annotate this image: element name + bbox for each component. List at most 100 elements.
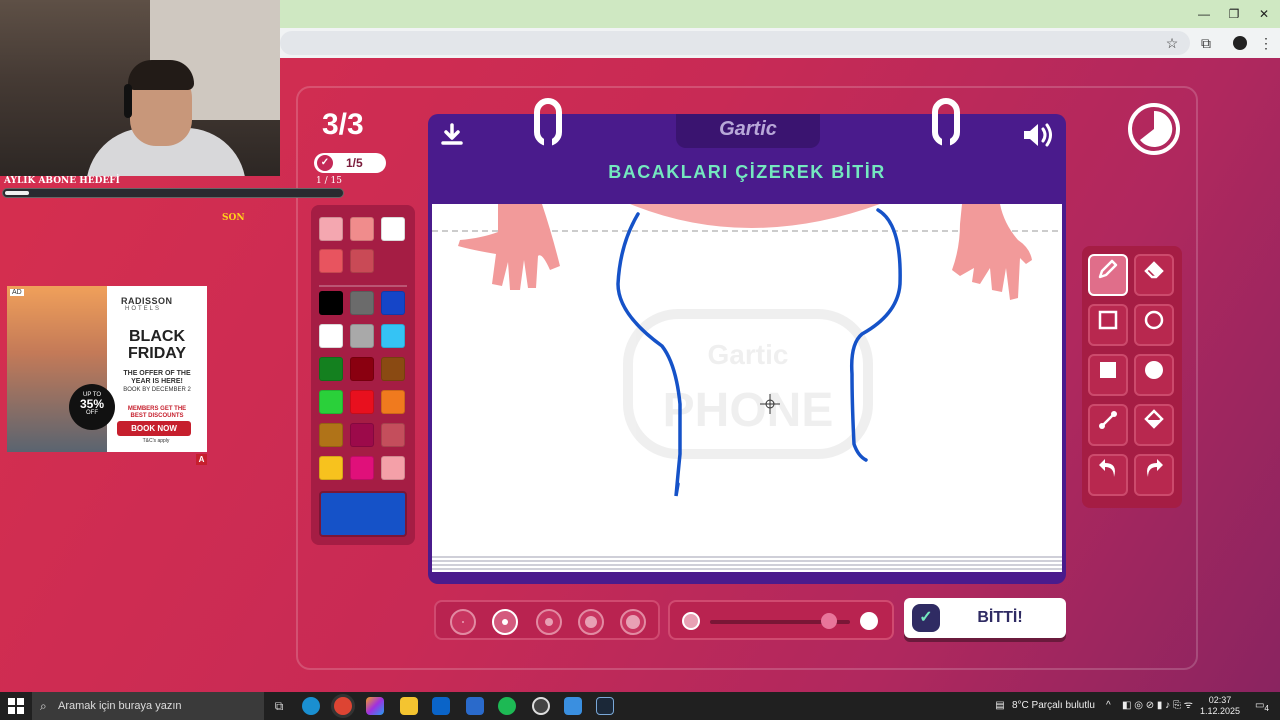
taskbar-search[interactable]: ⌕ Aramak için buraya yazın: [32, 692, 264, 720]
color-swatch[interactable]: [381, 390, 405, 414]
ad-book-now-button[interactable]: BOOK NOW: [117, 421, 191, 436]
color-swatch[interactable]: [381, 357, 405, 381]
color-swatch[interactable]: [319, 456, 343, 480]
circle-filled-tool-icon[interactable]: [1134, 354, 1174, 396]
headset-icon: [124, 84, 132, 118]
drawing-canvas[interactable]: Gartic PHONE: [432, 204, 1062, 554]
color-swatch[interactable]: [319, 291, 343, 315]
store-icon[interactable]: [466, 697, 484, 715]
color-swatch[interactable]: [350, 324, 374, 348]
brush-size-picker: [434, 600, 660, 640]
widgets-icon[interactable]: ▤: [992, 692, 1008, 720]
color-swatch[interactable]: [350, 390, 374, 414]
outlook-icon[interactable]: [432, 697, 450, 715]
edge-icon[interactable]: [302, 697, 320, 715]
fill-bucket-tool-icon[interactable]: [1134, 404, 1174, 446]
check-icon: ✓: [317, 155, 333, 171]
color-swatch[interactable]: [350, 249, 374, 273]
weather-text[interactable]: 8°C Parçalı bulutlu: [1012, 692, 1095, 720]
tray-chevron-icon[interactable]: ^: [1106, 692, 1111, 720]
screen: — ❐ ✕ ☆ ⧉ ⋮ AYLIK ABONE HEDEFİ 1 / 15 SO…: [0, 0, 1280, 720]
advertisement[interactable]: AD RADISSON HOTELS BLACK FRIDAY THE OFFE…: [7, 286, 207, 452]
steam-icon[interactable]: [596, 697, 614, 715]
opacity-high-icon: [860, 612, 878, 630]
redo-icon[interactable]: [1134, 454, 1174, 496]
obs-icon[interactable]: [532, 697, 550, 715]
line-tool-icon[interactable]: [1088, 404, 1128, 446]
sub-round-value: 1/5: [346, 156, 363, 170]
copilot-icon[interactable]: [366, 697, 384, 715]
restore-button[interactable]: ❐: [1224, 6, 1244, 22]
windows-start-icon[interactable]: [8, 698, 24, 714]
color-swatch[interactable]: [319, 249, 343, 273]
rectangle-filled-tool-icon[interactable]: [1088, 354, 1128, 396]
rectangle-outline-tool-icon[interactable]: [1088, 304, 1128, 346]
minimize-button[interactable]: —: [1194, 6, 1214, 22]
brush-size-xl[interactable]: [620, 609, 646, 635]
color-swatch[interactable]: [350, 291, 374, 315]
browser-menu-icon[interactable]: ⋮: [1256, 33, 1276, 53]
ad-corner-badge[interactable]: A: [196, 454, 207, 465]
watermark-bottom: PHONE: [663, 384, 834, 437]
color-swatch[interactable]: [319, 217, 343, 241]
ad-members-line2: BEST DISCOUNTS: [130, 413, 184, 419]
round-counter: 3/3: [322, 108, 364, 141]
notification-count: 4: [1264, 703, 1270, 713]
color-swatch[interactable]: [319, 423, 343, 447]
clock[interactable]: 02:37 1.12.2025: [1198, 695, 1242, 717]
close-button[interactable]: ✕: [1254, 6, 1274, 22]
color-swatch[interactable]: [350, 423, 374, 447]
prompt-text: BACAKLARI ÇİZEREK BİTİR: [608, 162, 886, 182]
ad-terms: T&C's apply: [142, 438, 170, 444]
color-swatch[interactable]: [381, 217, 405, 241]
ad-badge-value: 35%: [79, 397, 105, 411]
address-bar[interactable]: [280, 31, 1190, 55]
ad-brand: RADISSON: [121, 296, 173, 306]
task-view-icon[interactable]: ⧉: [270, 697, 288, 715]
notebook-ring-left: [534, 98, 562, 146]
opacity-low-icon: [682, 612, 700, 630]
circle-outline-tool-icon[interactable]: [1134, 304, 1174, 346]
color-swatch[interactable]: [381, 423, 405, 447]
color-swatch[interactable]: [350, 217, 374, 241]
color-swatch[interactable]: [381, 291, 405, 315]
color-swatch[interactable]: [350, 357, 374, 381]
brush-size-s[interactable]: [492, 609, 518, 635]
brush-size-l[interactable]: [578, 609, 604, 635]
done-label: BİTTİ!: [977, 609, 1023, 626]
file-explorer-icon[interactable]: [400, 697, 418, 715]
app-icon[interactable]: [564, 697, 582, 715]
ad-title-line2: FRIDAY: [127, 345, 187, 362]
sound-icon[interactable]: [1020, 120, 1056, 150]
opacity-knob[interactable]: [821, 613, 837, 629]
color-swatch[interactable]: [319, 324, 343, 348]
ad-discount-badge: UP TO 35% OFF: [69, 384, 115, 430]
done-button[interactable]: ✓ BİTTİ!: [904, 598, 1066, 638]
spotify-icon[interactable]: [498, 697, 516, 715]
download-icon[interactable]: [438, 122, 466, 150]
palette-divider: [319, 285, 407, 287]
notebook-ring-right: [932, 98, 960, 146]
color-swatch[interactable]: [319, 390, 343, 414]
clock-date: 1.12.2025: [1199, 706, 1241, 716]
tray-icons[interactable]: ◧ ◎ ⊘ ▮ ♪ ⎘ ᯤ: [1122, 692, 1193, 720]
notifications-icon[interactable]: ▭4: [1252, 692, 1272, 720]
chrome-icon[interactable]: [334, 697, 352, 715]
gartic-logo: Gartic: [719, 118, 777, 140]
color-swatch[interactable]: [350, 456, 374, 480]
color-swatch[interactable]: [381, 324, 405, 348]
eraser-tool-icon[interactable]: [1134, 254, 1174, 296]
color-swatch[interactable]: [319, 357, 343, 381]
tool-panel: [1082, 246, 1182, 508]
bookmark-star-icon[interactable]: ☆: [1162, 33, 1182, 53]
ad-offer-line2: YEAR IS HERE!: [131, 378, 183, 385]
extensions-icon[interactable]: ⧉: [1196, 33, 1216, 53]
brush-size-xs[interactable]: [450, 609, 476, 635]
selected-color-swatch[interactable]: [319, 491, 407, 537]
profile-avatar[interactable]: [1230, 33, 1250, 53]
opacity-slider[interactable]: [668, 600, 894, 640]
pencil-tool-icon[interactable]: [1088, 254, 1128, 296]
brush-size-m[interactable]: [536, 609, 562, 635]
undo-icon[interactable]: [1088, 454, 1128, 496]
color-swatch[interactable]: [381, 456, 405, 480]
